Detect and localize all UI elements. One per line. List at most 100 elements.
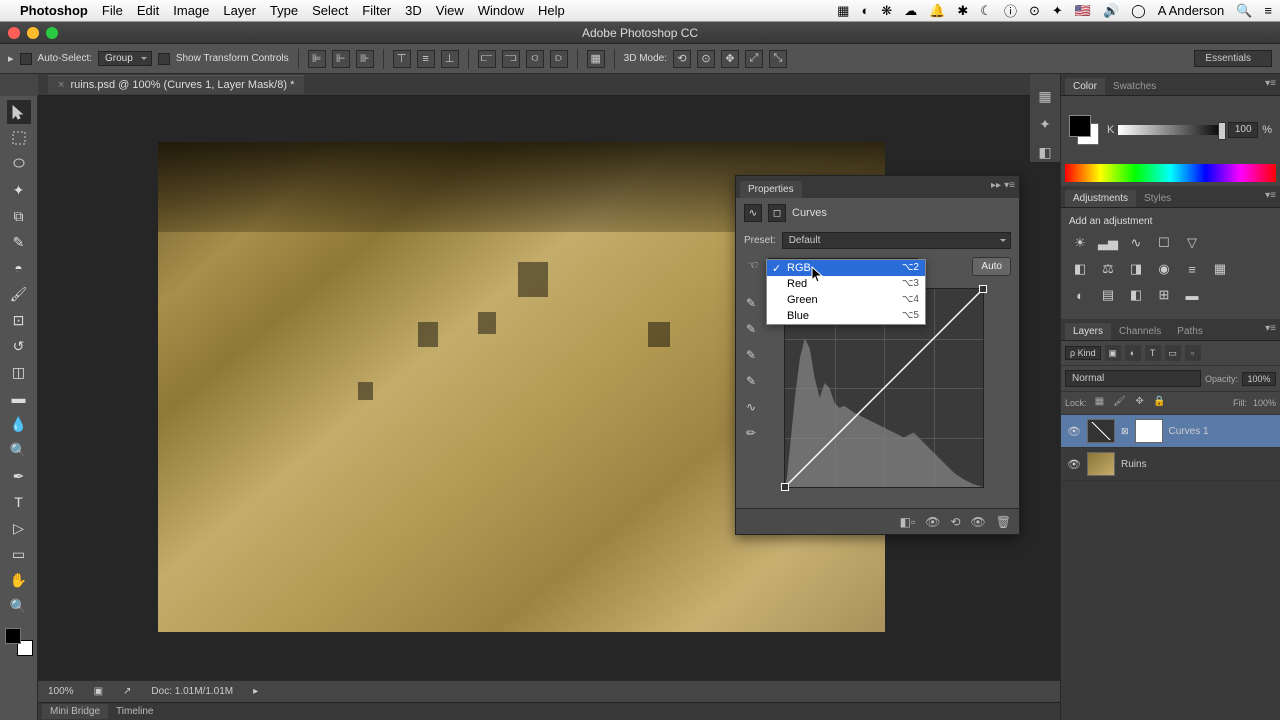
spotlight-icon[interactable]: 🔍 — [1236, 3, 1252, 19]
info-panel-icon[interactable]: ◧ — [1035, 142, 1055, 162]
sample-icon[interactable]: ✎ — [742, 296, 760, 314]
3d-slide-icon[interactable]: ⤢ — [745, 50, 763, 68]
lock-transparency-icon[interactable]: ▦ — [1093, 396, 1107, 410]
vibrance-icon[interactable]: ▽ — [1181, 233, 1203, 253]
history-panel-icon[interactable]: ▦ — [1035, 86, 1055, 106]
menubar-icon[interactable]: ☾ — [980, 3, 992, 19]
history-brush-tool[interactable]: ↺ — [7, 334, 31, 358]
eyedropper-tool[interactable]: ✎ — [7, 230, 31, 254]
layer-row[interactable]: 👁 ⊠ Curves 1 — [1061, 415, 1280, 448]
opacity-value[interactable]: 100% — [1242, 372, 1276, 386]
invert-icon[interactable]: ◐ — [1069, 285, 1091, 305]
layer-name[interactable]: Ruins — [1121, 459, 1147, 470]
curves-icon[interactable]: ∿ — [1125, 233, 1147, 253]
draw-curve-icon[interactable]: ✏ — [742, 426, 760, 444]
menubar-user[interactable]: A Anderson — [1158, 3, 1225, 18]
magic-wand-tool[interactable]: ✦ — [7, 178, 31, 202]
channel-mixer-icon[interactable]: ≡ — [1181, 259, 1203, 279]
blur-tool[interactable]: 💧 — [7, 412, 31, 436]
panel-menu-icon[interactable]: ▾≡ — [1265, 190, 1276, 201]
threshold-icon[interactable]: ◧ — [1125, 285, 1147, 305]
layer-thumbnail[interactable] — [1087, 419, 1115, 443]
brush-tool[interactable]: 🖌 — [7, 282, 31, 306]
menu-image[interactable]: Image — [173, 3, 209, 18]
color-picker-swatch[interactable] — [1069, 115, 1099, 145]
menubar-icon[interactable]: ▦ — [837, 3, 849, 19]
pen-tool[interactable]: ✒ — [7, 464, 31, 488]
exposure-icon[interactable]: ☐ — [1153, 233, 1175, 253]
view-previous-icon[interactable]: 👁 — [925, 515, 940, 529]
menubar-list-icon[interactable]: ≡ — [1264, 3, 1272, 18]
lock-position-icon[interactable]: ✥ — [1133, 396, 1147, 410]
fill-value[interactable]: 100% — [1253, 398, 1276, 408]
workspace-selector[interactable]: Essentials — [1194, 50, 1272, 67]
panel-menu-icon[interactable]: ▾≡ — [1265, 323, 1276, 334]
curve-point-black[interactable] — [781, 483, 789, 491]
menu-help[interactable]: Help — [538, 3, 565, 18]
layer-row[interactable]: 👁 Ruins — [1061, 448, 1280, 481]
document-tab[interactable]: ×ruins.psd @ 100% (Curves 1, Layer Mask/… — [48, 75, 304, 94]
mask-thumbnail[interactable] — [1135, 419, 1163, 443]
align-top-icon[interactable]: ⊤ — [393, 50, 411, 68]
menubar-icon[interactable]: ✦ — [1052, 3, 1063, 19]
edit-points-icon[interactable]: ∿ — [742, 400, 760, 418]
menubar-volume-icon[interactable]: 🔊 — [1103, 3, 1119, 19]
shape-tool[interactable]: ▭ — [7, 542, 31, 566]
gradient-map-icon[interactable]: ▬ — [1181, 285, 1203, 305]
auto-select-checkbox[interactable] — [20, 53, 32, 65]
path-selection-tool[interactable]: ▷ — [7, 516, 31, 540]
k-value[interactable]: 100 — [1228, 122, 1258, 138]
align-bottom-icon[interactable]: ⊥ — [441, 50, 459, 68]
align-right-icon[interactable]: ⊪ — [356, 50, 374, 68]
show-transform-checkbox[interactable] — [158, 53, 170, 65]
auto-align-icon[interactable]: ▦ — [587, 50, 605, 68]
brightness-icon[interactable]: ☀ — [1069, 233, 1091, 253]
filter-shape-icon[interactable]: ▭ — [1165, 345, 1181, 361]
menu-edit[interactable]: Edit — [137, 3, 159, 18]
white-point-icon[interactable]: ✎ — [742, 374, 760, 392]
crop-tool[interactable]: ⧉ — [7, 204, 31, 228]
marquee-tool[interactable] — [7, 126, 31, 150]
layer-filter-kind[interactable]: ρ Kind — [1065, 346, 1101, 360]
move-tool[interactable] — [7, 100, 31, 124]
paths-tab[interactable]: Paths — [1169, 323, 1211, 340]
delete-adjustment-icon[interactable]: 🗑 — [996, 515, 1011, 529]
menu-file[interactable]: File — [102, 3, 123, 18]
targeted-adjustment-icon[interactable]: ☜ — [744, 258, 762, 276]
align-center-h-icon[interactable]: ⊩ — [332, 50, 350, 68]
clone-stamp-tool[interactable]: ⊡ — [7, 308, 31, 332]
doc-size[interactable]: Doc: 1.01M/1.01M — [151, 686, 233, 697]
status-icon[interactable]: ↗ — [123, 686, 131, 697]
blend-mode-select[interactable]: Normal — [1065, 370, 1201, 387]
menu-layer[interactable]: Layer — [223, 3, 256, 18]
3d-roll-icon[interactable]: ⊙ — [697, 50, 715, 68]
panel-menu-icon[interactable]: ▾≡ — [1265, 78, 1276, 89]
toggle-visibility-icon[interactable]: 👁 — [971, 515, 986, 529]
layer-name[interactable]: Curves 1 — [1169, 426, 1209, 437]
channel-option-red[interactable]: Red⌥3 — [767, 276, 925, 292]
swatches-tab[interactable]: Swatches — [1105, 78, 1164, 95]
mini-bridge-tab[interactable]: Mini Bridge — [42, 704, 108, 719]
menubar-icon[interactable]: 🔔 — [929, 3, 945, 19]
color-lookup-icon[interactable]: ▦ — [1209, 259, 1231, 279]
menubar-icon[interactable]: ◐ — [861, 3, 869, 18]
layer-thumbnail[interactable] — [1087, 452, 1115, 476]
align-left-icon[interactable]: ⊫ — [308, 50, 326, 68]
type-tool[interactable]: T — [7, 490, 31, 514]
auto-select-target[interactable]: Group — [98, 51, 152, 66]
filter-type-icon[interactable]: T — [1145, 345, 1161, 361]
curve-point-white[interactable] — [979, 285, 987, 293]
3d-drag-icon[interactable]: ✥ — [721, 50, 739, 68]
layers-tab[interactable]: Layers — [1065, 323, 1111, 340]
menubar-flag-icon[interactable]: 🇺🇸 — [1075, 3, 1091, 19]
menu-select[interactable]: Select — [312, 3, 348, 18]
distribute-icon[interactable]: ⫎ — [502, 50, 520, 68]
gray-point-icon[interactable]: ✎ — [742, 348, 760, 366]
menubar-icon[interactable]: ◯ — [1131, 3, 1146, 19]
navigator-panel-icon[interactable]: ✦ — [1035, 114, 1055, 134]
distribute-icon[interactable]: ⫍ — [478, 50, 496, 68]
menubar-icon[interactable]: ✱ — [957, 3, 968, 19]
channel-option-green[interactable]: Green⌥4 — [767, 292, 925, 308]
color-tab[interactable]: Color — [1065, 78, 1105, 95]
menubar-icon[interactable]: ☁ — [904, 3, 917, 19]
